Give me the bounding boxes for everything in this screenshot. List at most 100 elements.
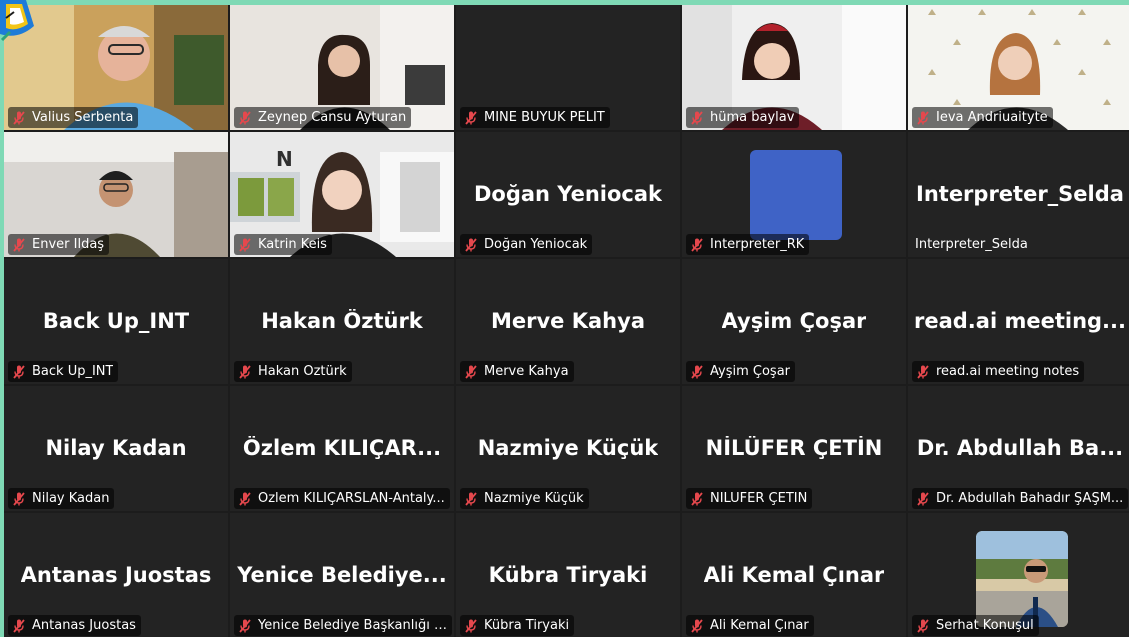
participant-name-label: Serhat Konuşul <box>912 615 1039 636</box>
muted-mic-icon <box>691 110 703 125</box>
participant-name-label: Özlem KILIÇARSLAN-Antaly... <box>234 488 450 509</box>
participant-name-label: Ieva Andriuaityte <box>912 107 1053 128</box>
participant-name: Back Up_INT <box>32 364 114 379</box>
participant-name: Interpreter_Selda <box>915 237 1028 252</box>
muted-mic-icon <box>13 110 25 125</box>
muted-mic-icon <box>691 618 703 633</box>
participant-tile-aysim[interactable]: Ayşim Çoşar Ayşim Çoşar <box>682 259 906 384</box>
participant-tile-antanas[interactable]: Antanas Juostas Antanas Juostas <box>4 513 228 637</box>
participant-name-label: read.ai meeting notes <box>912 361 1085 382</box>
participant-name-label: Merve Kahya <box>460 361 574 382</box>
muted-mic-icon <box>691 364 703 379</box>
app-logo-icon <box>0 0 34 42</box>
participant-name-label: Zeynep Cansu Ayturan <box>234 107 412 128</box>
participant-tile-merve[interactable]: Merve Kahya Merve Kahya <box>456 259 680 384</box>
participant-profile-photo <box>976 531 1068 627</box>
participant-tile-yenice[interactable]: Yenice Belediye... Yenice Belediye Başkan… <box>230 513 454 637</box>
participant-name-label: Enver İldaş <box>8 234 110 255</box>
muted-mic-icon <box>691 237 703 252</box>
participant-tile-selda[interactable]: Interpreter_Selda Interpreter_Selda <box>908 132 1129 257</box>
muted-mic-icon <box>465 110 477 125</box>
muted-mic-icon <box>917 364 929 379</box>
muted-mic-icon <box>917 491 929 506</box>
participant-tile-zeynep[interactable]: Zeynep Cansu Ayturan <box>230 5 454 130</box>
participant-name-label: Antanas Juostas <box>8 615 141 636</box>
participant-name: Katrin Keis <box>258 237 327 252</box>
participant-name-label: Katrin Keis <box>234 234 332 255</box>
participant-name-label: Interpreter_Selda <box>912 234 1033 255</box>
participant-name: NİLÜFER ÇETİN <box>710 491 808 506</box>
participant-tile-kubra[interactable]: Kübra Tiryaki Kübra Tiryaki <box>456 513 680 637</box>
participant-name-label: hüma baylav <box>686 107 800 128</box>
participant-tile-backup[interactable]: Back Up_INT Back Up_INT <box>4 259 228 384</box>
participant-tile-nazmiye[interactable]: Nazmiye Küçük Nazmiye Küçük <box>456 386 680 511</box>
participant-name: Yenice Belediye Başkanlığı S... <box>258 618 447 633</box>
participant-name: Özlem KILIÇARSLAN-Antaly... <box>258 491 445 506</box>
participant-tile-abdullah[interactable]: Dr. Abdullah Ba... Dr. Abdullah Bahadır Ş… <box>908 386 1129 511</box>
muted-mic-icon <box>465 491 477 506</box>
participant-tile-dogan[interactable]: Doğan Yeniocak Doğan Yeniocak <box>456 132 680 257</box>
participant-name-label: Nazmiye Küçük <box>460 488 589 509</box>
participant-tile-rk[interactable]: Interpreter_RK <box>682 132 906 257</box>
participant-name: Ali Kemal Çınar <box>710 618 809 633</box>
participant-name: Interpreter_RK <box>710 237 805 252</box>
muted-mic-icon <box>239 618 251 633</box>
participant-name-label: Ali Kemal Çınar <box>686 615 814 636</box>
participant-name: hüma baylav <box>710 110 795 125</box>
participant-tile-katrin[interactable]: N Katrin Keis <box>230 132 454 257</box>
participant-name-label: Ayşim Çoşar <box>686 361 795 382</box>
participant-name: Ayşim Çoşar <box>710 364 790 379</box>
participant-tile-alikemal[interactable]: Ali Kemal Çınar Ali Kemal Çınar <box>682 513 906 637</box>
participant-name: Zeynep Cansu Ayturan <box>258 110 407 125</box>
muted-mic-icon <box>465 618 477 633</box>
participant-name-label: Back Up_INT <box>8 361 119 382</box>
participant-avatar <box>750 150 842 240</box>
muted-mic-icon <box>13 364 25 379</box>
participant-tile-readai[interactable]: read.ai meeting... read.ai meeting notes <box>908 259 1129 384</box>
participant-name-label: Valius Serbenta <box>8 107 139 128</box>
participant-name: MİNE BÜYÜK PELİT <box>484 110 605 125</box>
participant-name-label: Dr. Abdullah Bahadır ŞAŞM... <box>912 488 1129 509</box>
participant-name-label: Yenice Belediye Başkanlığı S... <box>234 615 452 636</box>
participant-tile-enver[interactable]: Enver İldaş <box>4 132 228 257</box>
muted-mic-icon <box>917 618 929 633</box>
participant-name: Nazmiye Küçük <box>484 491 584 506</box>
participant-tile-mine[interactable]: MİNE BÜYÜK PELİT <box>456 5 680 130</box>
participant-name: read.ai meeting notes <box>936 364 1080 379</box>
participant-name: Dr. Abdullah Bahadır ŞAŞM... <box>936 491 1124 506</box>
participant-name: Serhat Konuşul <box>936 618 1034 633</box>
participant-name-label: Hakan Öztürk <box>234 361 352 382</box>
participant-tile-nilufer[interactable]: NİLÜFER ÇETİN NİLÜFER ÇETİN <box>682 386 906 511</box>
video-grid: Valius Serbenta Zeynep Cansu Ayturan MİNE … <box>4 5 1129 637</box>
participant-name: Nilay Kadan <box>32 491 110 506</box>
muted-mic-icon <box>13 237 25 252</box>
participant-tile-huma[interactable]: hüma baylav <box>682 5 906 130</box>
participant-name: Kübra Tiryaki <box>484 618 570 633</box>
participant-tile-serhat[interactable]: Serhat Konuşul <box>908 513 1129 637</box>
participant-name-label: NİLÜFER ÇETİN <box>686 488 813 509</box>
muted-mic-icon <box>239 491 251 506</box>
participant-name-label: Doğan Yeniocak <box>460 234 593 255</box>
participant-tile-hakan[interactable]: Hakan Öztürk Hakan Öztürk <box>230 259 454 384</box>
participant-tile-ieva[interactable]: Ieva Andriuaityte <box>908 5 1129 130</box>
participant-name: Merve Kahya <box>484 364 569 379</box>
participant-name: Antanas Juostas <box>32 618 136 633</box>
muted-mic-icon <box>917 110 929 125</box>
muted-mic-icon <box>465 364 477 379</box>
muted-mic-icon <box>691 491 703 506</box>
participant-name: Valius Serbenta <box>32 110 134 125</box>
muted-mic-icon <box>13 491 25 506</box>
participant-name: Hakan Öztürk <box>258 364 347 379</box>
participant-name: Doğan Yeniocak <box>484 237 588 252</box>
muted-mic-icon <box>13 618 25 633</box>
muted-mic-icon <box>239 110 251 125</box>
participant-name: Ieva Andriuaityte <box>936 110 1048 125</box>
participant-name-label: MİNE BÜYÜK PELİT <box>460 107 610 128</box>
participant-name-label: Interpreter_RK <box>686 234 810 255</box>
participant-tile-ozlem[interactable]: Özlem KILIÇAR... Özlem KILIÇARSLAN-Antaly… <box>230 386 454 511</box>
svg-text:N: N <box>276 147 293 171</box>
participant-name-label: Nilay Kadan <box>8 488 115 509</box>
participant-name: Enver İldaş <box>32 237 105 252</box>
muted-mic-icon <box>239 364 251 379</box>
participant-tile-nilay[interactable]: Nilay Kadan Nilay Kadan <box>4 386 228 511</box>
